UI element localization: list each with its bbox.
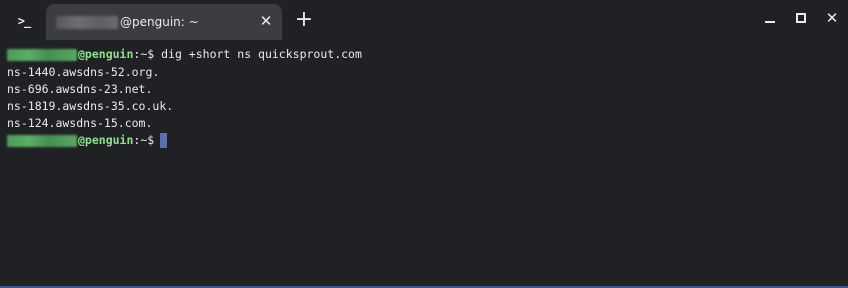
- redacted-username: [56, 16, 118, 29]
- output-line: ns-1819.awsdns-35.co.uk.: [7, 99, 174, 113]
- terminal-area[interactable]: @penguin:~$ dig +short ns quicksprout.co…: [0, 40, 848, 286]
- prompt-host: @penguin: [78, 133, 134, 147]
- output-line: ns-696.awsdns-23.net.: [7, 82, 153, 96]
- new-tab-button[interactable]: +: [292, 9, 316, 33]
- text-cursor: [160, 133, 168, 148]
- redacted-username: [7, 134, 77, 147]
- terminal-prompt-icon[interactable]: >_: [12, 10, 36, 32]
- prompt-line: @penguin:~$: [7, 132, 168, 149]
- output-line: ns-124.awsdns-15.com.: [7, 116, 153, 130]
- minimize-icon: [765, 21, 775, 23]
- prompt-path: :~$: [133, 47, 155, 61]
- prompt-host: @penguin: [78, 47, 134, 61]
- tab-penguin[interactable]: @penguin: ~ ✕: [46, 4, 282, 40]
- command-line: @penguin:~$ dig +short ns quicksprout.co…: [7, 46, 362, 63]
- terminal-window: >_ @penguin: ~ ✕ + ✕ @penguin:~$ dig +sh…: [0, 0, 848, 288]
- maximize-button[interactable]: [789, 6, 813, 30]
- command-text: dig +short ns quicksprout.com: [161, 47, 362, 61]
- close-window-button[interactable]: ✕: [820, 6, 844, 30]
- minimize-button[interactable]: [758, 6, 782, 30]
- output-line: ns-1440.awsdns-52.org.: [7, 65, 160, 79]
- close-tab-icon[interactable]: ✕: [256, 11, 276, 31]
- prompt-path: :~$: [133, 133, 155, 147]
- maximize-icon: [796, 13, 806, 23]
- title-bar: >_ @penguin: ~ ✕ + ✕: [0, 0, 848, 40]
- tab-title: @penguin: ~: [120, 15, 199, 29]
- redacted-username: [7, 48, 77, 61]
